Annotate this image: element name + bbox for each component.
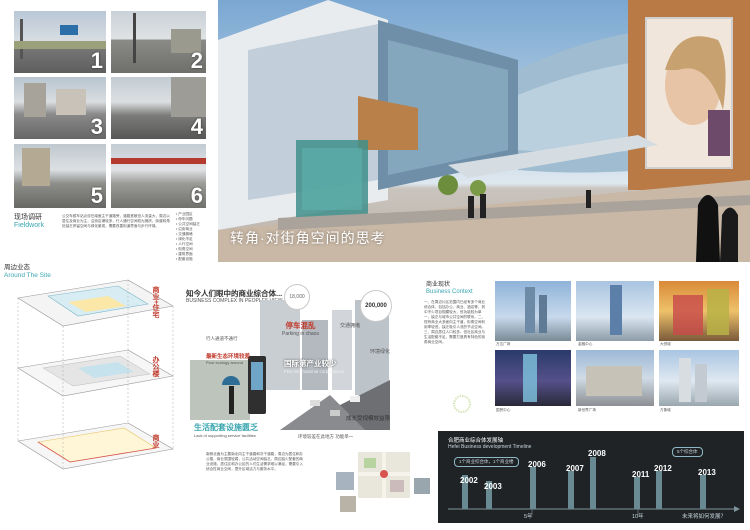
label-intl-cn: 国际第产业较少 — [284, 359, 337, 368]
map-thumb-1 — [336, 472, 354, 490]
label-pedestrian: 行人通道不通行 — [206, 336, 238, 341]
hero-caption: 转角·对街角空间的思考 — [230, 230, 386, 246]
timeline-year: 2003 — [484, 482, 502, 491]
site-photo-6: 6 — [111, 144, 206, 208]
layer-label-3: 商业 — [152, 434, 159, 448]
person-umbrella — [222, 376, 240, 416]
hero-rendering: 转角·对街角空间的思考 — [218, 0, 750, 262]
label-cost: 成长受规模效益限 — [346, 416, 391, 422]
site-photo-5: 5 — [14, 144, 106, 208]
map-thumb-3 — [340, 496, 356, 512]
site-photo-1: 1 — [14, 11, 106, 73]
fieldwork-paragraph: 公交车候车站点设在南面主干道路旁，道路宽敞但人流量大，周边以居住及商业为主，沿街… — [62, 214, 170, 228]
site-photo-4: 4 — [111, 77, 206, 139]
label-intl-en: Few international corporations — [284, 369, 345, 374]
center-paragraph: 南侧北面为主要南北向主干道路和次干道路，周边为居住和办公楼，商业氛围较弱，公共活… — [206, 452, 304, 471]
photo-number: 2 — [190, 48, 203, 73]
photo-number: 1 — [90, 48, 103, 73]
label-bottom: 环境较差在此地方 功能单一 — [298, 434, 354, 439]
center-heading-cn: 知今人们眼中的商业综合体... — [186, 289, 283, 298]
label-parking-cn: 停车混乱 — [285, 321, 316, 330]
business-caption-2: 金融中心 — [578, 342, 593, 346]
timeline-year: 2006 — [528, 460, 546, 469]
timeline-year: 2002 — [460, 476, 478, 485]
decor-circle — [453, 395, 471, 413]
business-photo-3 — [659, 281, 739, 341]
timeline-axis-10yr: 10年 — [632, 514, 644, 520]
business-title-en: Business Context — [426, 289, 473, 295]
label-ecology: 最新生态环境较差 Poor ecology around — [206, 352, 250, 365]
fieldwork-title-cn: 现场调研 — [14, 214, 42, 221]
label-ecology-en: Poor ecology around — [206, 360, 243, 365]
bubble-200000: 200,000 — [360, 290, 392, 322]
bubble-18000: 18,000 — [284, 284, 310, 310]
label-parking-en: Parking in chaos — [282, 331, 319, 337]
layer-label-1: 商业+住宅 — [152, 286, 159, 319]
timeline-year: 2013 — [698, 468, 716, 477]
photo-number: 6 — [190, 183, 203, 208]
label-parking: 停车混乱 Parking in chaos — [282, 320, 319, 337]
photo-number: 3 — [90, 114, 103, 139]
fieldwork-title-en: Fieldwork — [14, 222, 44, 229]
business-caption-6: 万象城 — [660, 408, 671, 412]
timeline-axis-5yr: 5年 — [524, 514, 533, 520]
note-item: • 配套设施 — [176, 257, 193, 261]
business-photo-2 — [576, 281, 654, 341]
map-thumb-2 — [414, 478, 430, 494]
timeline-year: 2008 — [588, 449, 606, 458]
label-ecology-cn: 最新生态环境较差 — [206, 354, 251, 360]
site-photo-3: 3 — [14, 77, 106, 139]
bubble-value: 18,000 — [289, 294, 305, 300]
business-photo-5 — [576, 350, 654, 406]
fieldwork-notes: • 产业园区 • 停车问题 • 公共空间缺乏 • 沿街商业 • 交通拥堵 • 绿… — [176, 212, 216, 262]
photo-number: 5 — [90, 183, 103, 208]
business-caption-4: 国贸中心 — [496, 408, 511, 412]
label-greening: 环境绿化 — [370, 349, 391, 355]
label-support: 生活配套设施匮乏 Lack of supporting service faci… — [194, 422, 258, 438]
site-map — [358, 452, 410, 498]
business-photo-4 — [495, 350, 571, 406]
business-caption-1: 万达广场 — [496, 342, 511, 346]
timeline-year: 2011 — [632, 470, 650, 479]
site-title-cn: 周边业态 — [4, 264, 30, 271]
business-caption-3: 大悦城 — [660, 342, 671, 346]
label-support-cn: 生活配套设施匮乏 — [194, 423, 258, 432]
label-intl: 国际第产业较少 Few international corporations — [284, 358, 344, 374]
business-caption-5: 新世界广场 — [578, 408, 596, 412]
site-photo-2: 2 — [111, 11, 206, 73]
fieldwork-title: 现场调研 Fieldwork — [14, 214, 44, 230]
business-photo-6 — [659, 350, 739, 406]
timeline-year: 2012 — [654, 464, 672, 473]
business-paragraph: 一、在周边片区范围内已经有多个商业综合体，包括办公、商业、酒店等，其中不少项目规… — [424, 300, 486, 344]
business-title-cn: 商业现状 — [426, 282, 451, 288]
layer-label-2: 办公楼 — [152, 356, 159, 377]
business-photo-1 — [495, 281, 571, 341]
label-traffic: 交通拥堵 — [340, 323, 361, 329]
label-support-en: Lack of supporting service facilities — [194, 433, 256, 438]
timeline-future: 未来将如何发展？ — [682, 514, 727, 520]
bubble-value: 200,000 — [365, 303, 387, 309]
timeline-panel: 合肥商业综合体发展轴 Hefei Business development Ti… — [438, 431, 744, 523]
business-title: 商业现状 Business Context — [426, 282, 473, 296]
photo-number: 4 — [190, 114, 203, 139]
timeline-year: 2007 — [566, 464, 584, 473]
kiosk-illustration — [248, 356, 266, 414]
